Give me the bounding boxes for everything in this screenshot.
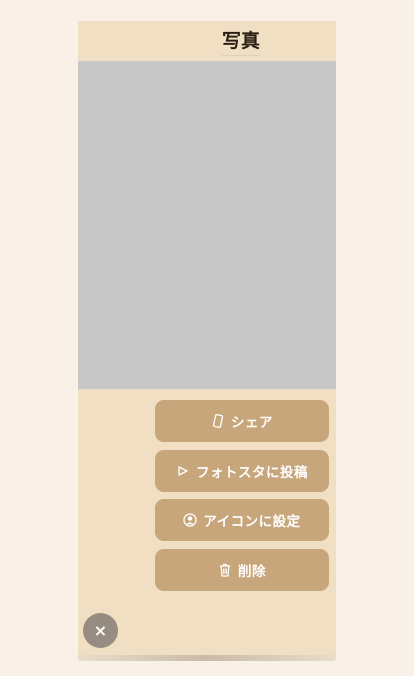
action-menu: シェア フォトスタに投稿 アイコンに設定 削除 [155, 400, 329, 598]
delete-label: 削除 [238, 563, 266, 580]
trash-icon [218, 563, 232, 577]
photo-area[interactable] [78, 61, 336, 389]
delete-button[interactable]: 削除 [155, 548, 329, 591]
photo-viewer-panel: 写真 シェア フォトスタに投稿 アイコンに設定 削除 × [78, 21, 336, 655]
set-as-icon-button[interactable]: アイコンに設定 [155, 499, 329, 541]
set-icon-label: アイコンに設定 [203, 514, 301, 530]
header: 写真 [78, 21, 336, 61]
close-icon: × [93, 621, 108, 640]
send-icon [176, 464, 190, 478]
post-to-photosta-button[interactable]: フォトスタに投稿 [155, 449, 329, 492]
phone-icon [211, 414, 225, 428]
bottom-shadow [78, 655, 336, 661]
page-title: 写真 [221, 26, 260, 56]
post-label: フォトスタに投稿 [196, 464, 308, 481]
share-button[interactable]: シェア [155, 400, 329, 442]
close-button[interactable]: × [83, 613, 118, 648]
avatar-icon [183, 513, 197, 527]
share-label: シェア [231, 415, 273, 431]
